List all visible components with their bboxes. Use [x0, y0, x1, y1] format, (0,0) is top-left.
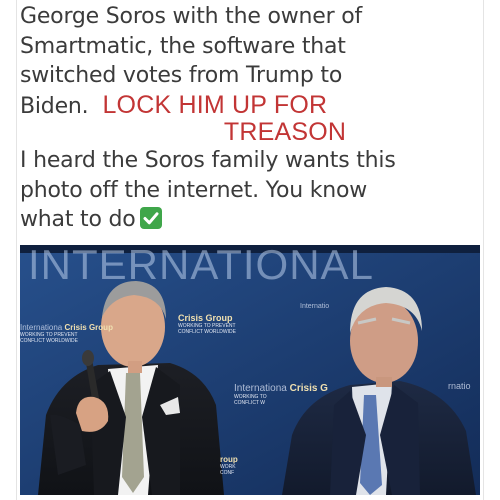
- crisis-group-logo: Internationa Crisis G WORKING TO CONFLIC…: [234, 383, 328, 406]
- crisis-group-logo: roup WORK CONF: [220, 455, 238, 476]
- backdrop-text: INTERNATIONAL: [28, 245, 374, 288]
- post-line-7-text: what to do: [20, 207, 136, 232]
- post-line-2: Smartmatic, the software that: [20, 33, 346, 59]
- crisis-group-logo: Internationa Crisis Group WORKING TO PRE…: [20, 323, 113, 344]
- post-line-7: what to do: [20, 205, 480, 235]
- check-mark-icon: [139, 207, 162, 229]
- crisis-group-logo: rnatio: [448, 381, 471, 391]
- crisis-group-logo: Internatio: [300, 303, 330, 310]
- photo: INTERNATIONAL Internationa Crisis Group …: [20, 245, 480, 495]
- post-text: George Soros with the owner of Smartmati…: [20, 2, 480, 235]
- post-line-4: Biden. LOCK HIM UP FOR: [20, 91, 480, 122]
- crisis-group-logo: Crisis Group WORKING TO PREVENT CONFLICT…: [178, 313, 236, 335]
- post-line-3: switched votes from Trump to: [20, 63, 343, 88]
- post-line-6: photo off the internet. You know: [20, 177, 368, 203]
- caps-lock-text: LOCK HIM UP FOR: [102, 90, 328, 119]
- post-line-4-text: Biden.: [20, 93, 89, 119]
- caps-treason-text: TREASON: [223, 118, 347, 146]
- post-line-5: I heard the Soros family wants this: [20, 148, 396, 173]
- post-line-1: George Soros with the owner of: [20, 4, 363, 29]
